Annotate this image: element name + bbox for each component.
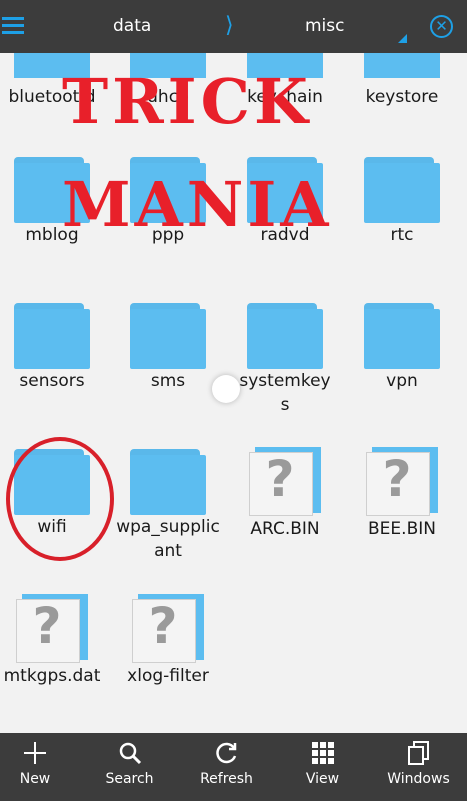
folder-item[interactable]: wpa_supplicant xyxy=(110,449,226,563)
search-label: Search xyxy=(105,771,154,787)
menu-icon[interactable] xyxy=(2,17,24,35)
windows-label: Windows xyxy=(387,771,450,787)
folder-icon xyxy=(14,303,90,369)
file-label: mtkgps.dat xyxy=(3,666,101,686)
unknown-file-icon: ? xyxy=(132,594,204,664)
file-label: BEE.BIN xyxy=(368,519,436,539)
refresh-label: Refresh xyxy=(200,771,253,787)
file-label: sensors xyxy=(19,371,85,391)
file-label: rtc xyxy=(390,225,414,245)
bottom-toolbar: New Search Refresh View Windows xyxy=(0,733,467,801)
folder-icon xyxy=(130,303,206,369)
file-label: ARC.BIN xyxy=(250,519,320,539)
close-icon[interactable]: ✕ xyxy=(430,15,453,38)
view-label: View xyxy=(305,771,340,787)
dropdown-corner-icon[interactable] xyxy=(398,34,407,43)
folder-icon xyxy=(364,303,440,369)
refresh-button[interactable]: Refresh xyxy=(180,733,273,801)
file-label: xlog-filter xyxy=(127,666,209,686)
loading-spinner xyxy=(212,375,240,403)
watermark-line2: MANIA xyxy=(62,168,333,241)
highlight-circle xyxy=(6,437,114,561)
file-item[interactable]: ? mtkgps.dat xyxy=(0,594,110,688)
new-label: New xyxy=(19,771,51,787)
file-label: wpa_supplicant xyxy=(116,517,220,561)
folder-icon xyxy=(130,449,206,515)
unknown-file-icon: ? xyxy=(249,447,321,517)
folder-item[interactable]: keystore xyxy=(344,53,460,109)
file-label: systemkeys xyxy=(239,371,331,415)
file-item[interactable]: ? BEE.BIN xyxy=(344,447,460,541)
file-grid: bluetoot d dhcp keychain keystore mblog … xyxy=(0,53,467,733)
folder-icon xyxy=(247,303,323,369)
breadcrumb-data[interactable]: data xyxy=(113,16,151,36)
file-label: sms xyxy=(150,371,186,391)
unknown-file-icon: ? xyxy=(16,594,88,664)
breadcrumb-separator-icon: ⟩ xyxy=(225,13,234,38)
grid-view-icon xyxy=(276,733,369,773)
folder-item[interactable]: sms xyxy=(110,303,226,393)
windows-button[interactable]: Windows xyxy=(372,733,465,801)
unknown-file-icon: ? xyxy=(366,447,438,517)
windows-icon xyxy=(372,733,465,773)
search-button[interactable]: Search xyxy=(83,733,176,801)
folder-item[interactable]: systemkeys xyxy=(227,303,343,417)
file-label: keystore xyxy=(365,87,439,107)
breadcrumb-misc[interactable]: misc xyxy=(305,16,345,36)
folder-icon xyxy=(364,53,440,78)
new-button[interactable]: New xyxy=(0,733,70,801)
plus-icon xyxy=(0,733,70,773)
file-item[interactable]: ? ARC.BIN xyxy=(227,447,343,541)
view-button[interactable]: View xyxy=(276,733,369,801)
file-item[interactable]: ? xlog-filter xyxy=(110,594,226,688)
file-label: vpn xyxy=(386,371,418,391)
watermark-line1: TRICK xyxy=(62,65,312,138)
top-bar: data ⟩ misc ✕ xyxy=(0,0,467,53)
search-icon xyxy=(83,733,176,773)
folder-icon xyxy=(364,157,440,223)
folder-item[interactable]: rtc xyxy=(344,157,460,247)
folder-item[interactable]: vpn xyxy=(344,303,460,393)
refresh-icon xyxy=(180,733,273,773)
folder-item[interactable]: sensors xyxy=(0,303,110,393)
